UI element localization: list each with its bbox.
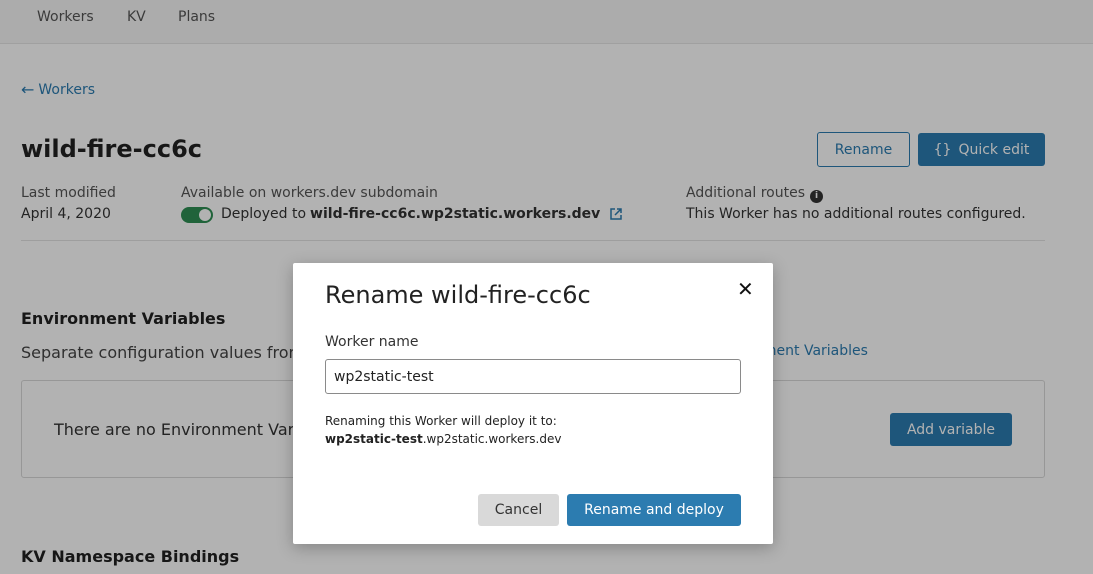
- rename-modal: Rename wild-fire-cc6c ✕ Worker name Rena…: [293, 263, 773, 544]
- rename-target-url: wp2static-test.wp2static.workers.dev: [325, 430, 561, 448]
- rename-note-line: Renaming this Worker will deploy it to:: [325, 414, 557, 428]
- modal-title: Rename wild-fire-cc6c: [325, 281, 591, 309]
- cancel-button[interactable]: Cancel: [478, 494, 559, 526]
- rename-note: Renaming this Worker will deploy it to: …: [325, 412, 561, 448]
- close-icon[interactable]: ✕: [737, 277, 754, 301]
- rename-target-name: wp2static-test: [325, 432, 423, 446]
- rename-target-domain: .wp2static.workers.dev: [422, 432, 562, 446]
- worker-name-label: Worker name: [325, 334, 419, 350]
- rename-and-deploy-button[interactable]: Rename and deploy: [567, 494, 741, 526]
- worker-name-input[interactable]: [325, 359, 741, 394]
